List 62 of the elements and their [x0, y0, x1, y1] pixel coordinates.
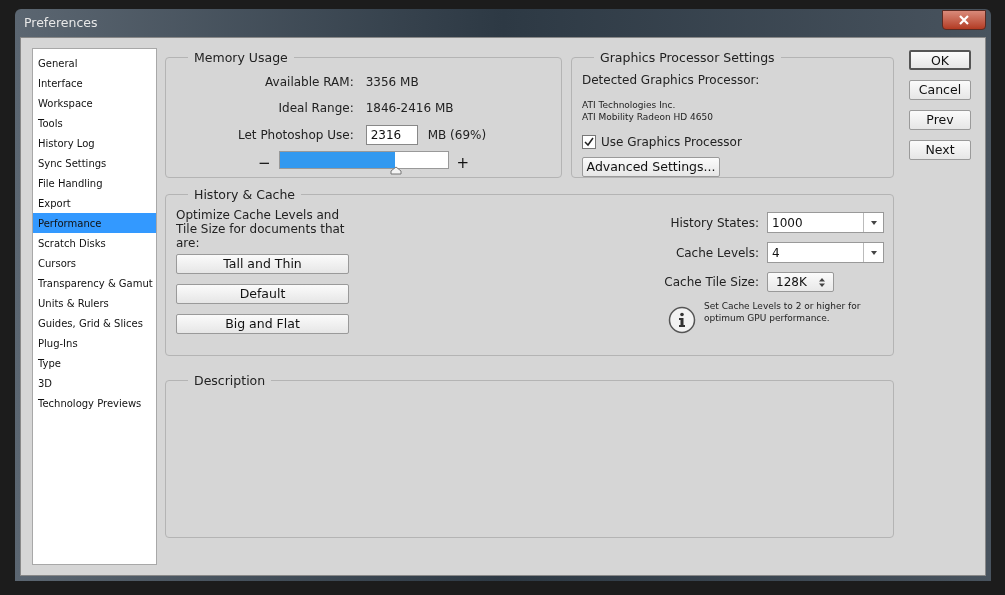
minus-label[interactable]: − [258, 151, 271, 175]
category-item[interactable]: General [33, 53, 156, 73]
window-title: Preferences [24, 13, 98, 32]
field-label: Available RAM: [264, 74, 354, 91]
close-icon [959, 15, 969, 25]
caret-icon [870, 250, 877, 255]
optimize-text: Optimize Cache Levels and Tile Size for documents that are: [176, 208, 346, 250]
info-text: Set Cache Levels to 2 or higher for optimum GPU performance. [704, 300, 862, 324]
category-item[interactable]: Technology Previews [33, 393, 156, 413]
category-item[interactable]: Tools [33, 113, 156, 133]
category-item[interactable]: Units & Rulers [33, 293, 156, 313]
category-item[interactable]: Performance [33, 213, 156, 233]
category-item[interactable]: 3D [33, 373, 156, 393]
push-button[interactable]: Big and Flat [176, 314, 349, 334]
push-button[interactable]: Cancel [909, 80, 971, 100]
field-label: History States: [669, 214, 759, 232]
category-item[interactable]: File Handling [33, 173, 156, 193]
memory-input[interactable]: 2316 [365, 125, 418, 145]
gpu-model: ATI Mobility Radeon HD 4650 [582, 111, 715, 123]
category-item[interactable]: History Log [33, 133, 156, 153]
panel-title: Description [194, 373, 266, 388]
push-button[interactable]: Advanced Settings... [582, 157, 720, 177]
panel-title: History & Cache [194, 187, 296, 202]
detected-label: Detected Graphics Processor: [582, 72, 761, 89]
percent-label: MB (69%) [427, 127, 487, 144]
push-button[interactable]: Default [176, 284, 349, 304]
slider-thumb-icon[interactable] [389, 166, 402, 175]
category-item[interactable]: Guides, Grid & Slices [33, 313, 156, 333]
category-item[interactable]: Scratch Disks [33, 233, 156, 253]
caret-icon [870, 220, 877, 225]
panel-title: Memory Usage [194, 50, 288, 65]
field-value: 1846-2416 MB [365, 100, 455, 117]
category-item[interactable]: Plug-Ins [33, 333, 156, 353]
dropdown-field[interactable]: 1000 [767, 212, 884, 233]
push-button[interactable]: Tall and Thin [176, 254, 349, 274]
push-button[interactable]: Next [909, 140, 971, 160]
panel-title: Graphics Processor Settings [600, 50, 775, 65]
spinner-arrows-icon [819, 277, 825, 287]
field-value: 3356 MB [365, 74, 420, 91]
field-label: Cache Levels: [674, 244, 759, 262]
gpu-vendor: ATI Technologies Inc. [582, 99, 677, 111]
category-item[interactable]: Workspace [33, 93, 156, 113]
field-label: Cache Tile Size: [664, 274, 759, 291]
checkmark-icon [584, 137, 594, 147]
spinner-field[interactable]: 128K [767, 272, 834, 292]
push-button[interactable]: Prev [909, 110, 971, 130]
memory-slider[interactable] [278, 151, 449, 175]
checkbox-label: Use Graphics Processor [601, 134, 742, 151]
category-item[interactable]: Cursors [33, 253, 156, 273]
field-label: Let Photoshop Use: [238, 127, 354, 144]
field-label: Ideal Range: [277, 100, 354, 117]
dropdown-field[interactable]: 4 [767, 242, 884, 263]
plus-label[interactable]: + [456, 151, 470, 175]
info-icon [668, 306, 696, 334]
category-item[interactable]: Interface [33, 73, 156, 93]
close-button[interactable] [942, 10, 986, 30]
category-item[interactable]: Type [33, 353, 156, 373]
category-item[interactable]: Transparency & Gamut [33, 273, 156, 293]
checkbox[interactable] [582, 135, 596, 149]
category-item[interactable]: Sync Settings [33, 153, 156, 173]
push-button[interactable]: OK [909, 50, 971, 70]
category-item[interactable]: Export [33, 193, 156, 213]
